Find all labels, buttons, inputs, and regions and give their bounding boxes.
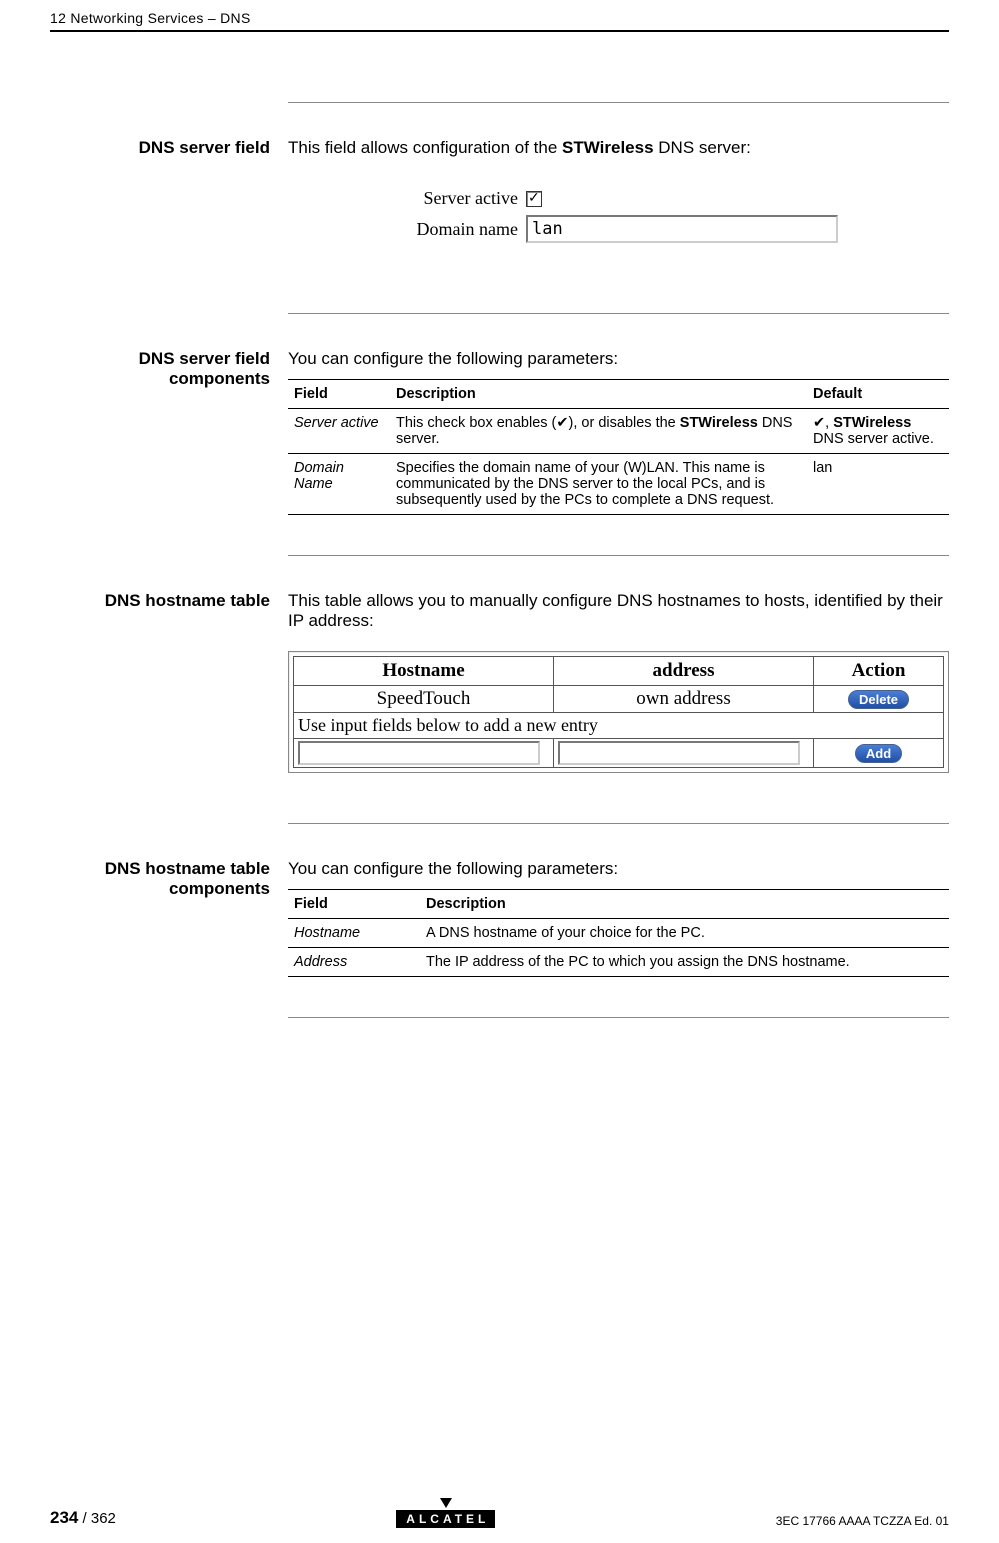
page-total: / 362 [78,1510,116,1527]
section-label-server-field: DNS server field [70,138,288,283]
page-header: 12 Networking Services – DNS [50,0,949,32]
divider [288,1017,949,1018]
page-number: 234 / 362 [50,1508,116,1528]
cell-field: Address [288,948,420,977]
table-row: Hostname A DNS hostname of your choice f… [288,919,949,948]
check-icon: ✔ [556,415,568,431]
section-intro: This table allows you to manually config… [288,591,949,631]
text-bold: STWireless [833,415,911,431]
cell-desc: This check box enables (✔), or disables … [390,409,807,454]
logo-text: ALCATEL [396,1510,495,1528]
divider [288,823,949,824]
text: DNS server: [654,138,751,157]
cell-address: own address [554,686,814,713]
text: ), or disables the [569,415,680,431]
server-field-params-table: Field Description Default Server active … [288,379,949,515]
page-footer: 234 / 362 ALCATEL 3EC 17766 AAAA TCZZA E… [50,1498,949,1528]
col-desc: Description [420,890,949,919]
domain-name-label: Domain name [398,219,526,240]
text-bold: STWireless [680,415,758,431]
table-row: Domain Name Specifies the domain name of… [288,454,949,515]
hostname-table-screenshot: Hostname address Action SpeedTouch own a… [288,651,949,773]
text: , [825,415,833,431]
add-entry-instruction: Use input fields below to add a new entr… [294,713,944,739]
table-row: SpeedTouch own address Delete [294,686,944,713]
cell-input [294,739,554,768]
cell-input [554,739,814,768]
hostname-input[interactable] [298,741,540,765]
delete-button[interactable]: Delete [848,690,909,709]
text: This check box enables ( [396,415,556,431]
domain-name-input[interactable]: lan [526,215,838,243]
check-icon: ✔ [813,415,825,431]
text: DNS server active. [813,431,934,447]
section-label-server-field-components: DNS server field components [70,349,288,515]
col-default: Default [807,380,949,409]
address-input[interactable] [558,741,800,765]
server-field-intro: This field allows configuration of the S… [288,138,949,158]
cell-desc: The IP address of the PC to which you as… [420,948,949,977]
alcatel-logo: ALCATEL [396,1498,495,1528]
hostname-params-table: Field Description Hostname A DNS hostnam… [288,889,949,977]
text-bold: STWireless [562,138,654,157]
doc-reference: 3EC 17766 AAAA TCZZA Ed. 01 [776,1514,949,1528]
server-active-checkbox[interactable] [526,191,542,207]
cell-field: Hostname [288,919,420,948]
cell-desc: Specifies the domain name of your (W)LAN… [390,454,807,515]
table-row: Server active This check box enables (✔)… [288,409,949,454]
col-field: Field [288,890,420,919]
cell-default: lan [807,454,949,515]
divider [288,102,949,103]
add-button[interactable]: Add [855,744,902,763]
divider [288,313,949,314]
cell-hostname: SpeedTouch [294,686,554,713]
cell-default: ✔, STWireless DNS server active. [807,409,949,454]
cell-desc: A DNS hostname of your choice for the PC… [420,919,949,948]
section-label-hostname-table: DNS hostname table [70,591,288,793]
divider [288,555,949,556]
server-active-label: Server active [398,188,526,209]
col-field: Field [288,380,390,409]
page-current: 234 [50,1508,78,1527]
cell-action: Delete [814,686,944,713]
cell-field: Domain Name [288,454,390,515]
col-hostname: Hostname [294,657,554,686]
col-desc: Description [390,380,807,409]
logo-triangle-icon [440,1498,452,1508]
cell-action: Add [814,739,944,768]
col-action: Action [814,657,944,686]
section-label-hostname-table-components: DNS hostname table components [70,859,288,977]
section-intro: You can configure the following paramete… [288,859,949,879]
cell-field: Server active [288,409,390,454]
section-intro: You can configure the following paramete… [288,349,949,369]
text: This field allows configuration of the [288,138,562,157]
table-row: Address The IP address of the PC to whic… [288,948,949,977]
col-address: address [554,657,814,686]
